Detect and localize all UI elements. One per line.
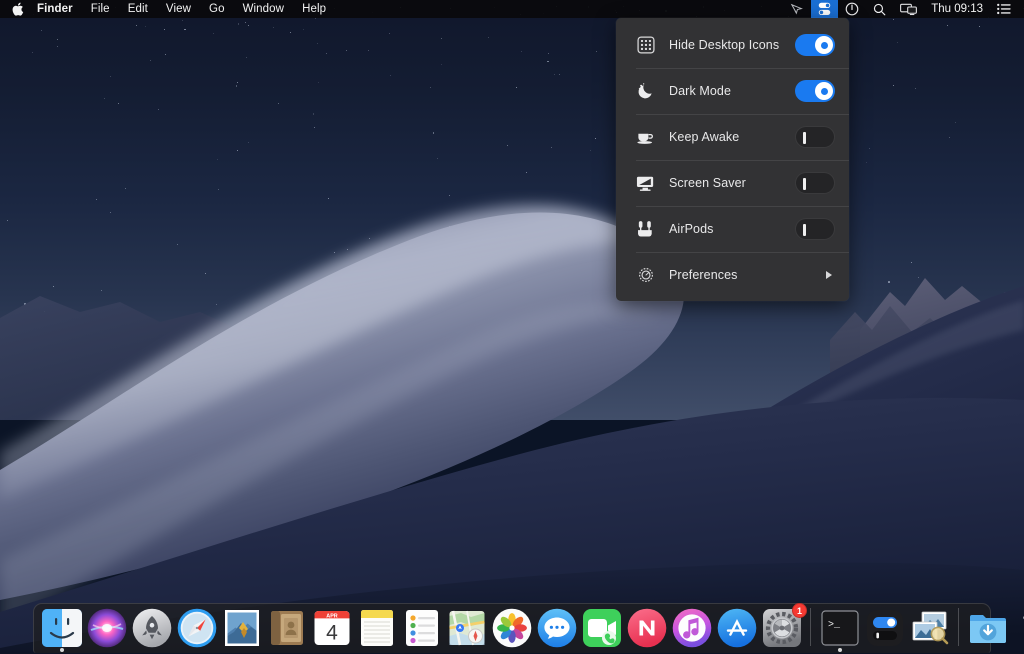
terminal-prompt-glyph: >_	[828, 620, 841, 631]
calendar-month-label: APR	[326, 614, 337, 620]
menu-label-dark-mode: Dark Mode	[669, 84, 795, 98]
dock-item-finder[interactable]	[39, 605, 84, 650]
menu-row-screen-saver[interactable]: Screen Saver	[616, 160, 849, 206]
chevron-right-icon	[826, 271, 832, 279]
menu-bar-clock[interactable]: Thu 09:13	[924, 0, 990, 18]
dock-item-downloads-folder[interactable]	[965, 605, 1010, 650]
dock-item-siri[interactable]	[84, 605, 129, 650]
dock-item-launchpad[interactable]	[129, 605, 174, 650]
desktop-wallpaper	[0, 0, 1024, 654]
screen-sharing-icon[interactable]	[893, 0, 924, 18]
dock-item-calendar[interactable]: APR 4	[309, 605, 354, 650]
menu-row-keep-awake[interactable]: Keep Awake	[616, 114, 849, 160]
airpods-icon	[636, 220, 655, 239]
power-icon[interactable]	[838, 0, 866, 18]
menu-item-edit[interactable]: Edit	[119, 0, 157, 18]
dock-item-facetime[interactable]	[579, 605, 624, 650]
menu-label-preferences: Preferences	[669, 268, 826, 282]
dock-item-trash[interactable]	[1010, 605, 1024, 650]
toggle-airpods[interactable]	[795, 218, 835, 240]
dock-item-photos[interactable]	[489, 605, 534, 650]
apple-logo-icon[interactable]	[0, 0, 35, 18]
menu-item-finder[interactable]: Finder	[35, 0, 82, 18]
toggle-screen-saver[interactable]	[795, 172, 835, 194]
dock-item-notes[interactable]	[354, 605, 399, 650]
menu-bar-app-menus: Finder File Edit View Go Window Help	[0, 0, 335, 18]
toggle-keep-awake[interactable]	[795, 126, 835, 148]
dock-item-reminders[interactable]	[399, 605, 444, 650]
menu-label-keep-awake: Keep Awake	[669, 130, 795, 144]
grid-icon	[636, 36, 655, 55]
menu-label-hide-desktop-icons: Hide Desktop Icons	[669, 38, 795, 52]
dock-separator	[810, 608, 811, 646]
menu-bar-status-items: Thu 09:13	[783, 0, 1018, 18]
menu-row-airpods[interactable]: AirPods	[616, 206, 849, 252]
dock-separator	[958, 608, 959, 646]
toggles-dropdown-panel: Hide Desktop Icons Dark Mode Keep Awake	[616, 18, 849, 301]
notification-center-icon[interactable]	[990, 0, 1018, 18]
menu-item-help[interactable]: Help	[293, 0, 335, 18]
menu-row-dark-mode[interactable]: Dark Mode	[616, 68, 849, 114]
calendar-day-label: 4	[326, 622, 338, 645]
dock-item-terminal[interactable]: >_	[817, 605, 862, 650]
dock-item-messages[interactable]	[534, 605, 579, 650]
dock-item-mail[interactable]	[219, 605, 264, 650]
coffee-cup-icon	[636, 128, 655, 147]
dock-item-maps[interactable]	[444, 605, 489, 650]
display-icon	[636, 174, 655, 193]
dock-item-toggles-app[interactable]	[862, 605, 907, 650]
wallpaper-dunes	[0, 0, 1024, 654]
dock-item-itunes[interactable]	[669, 605, 714, 650]
spotlight-search-icon[interactable]	[866, 0, 893, 18]
dock-item-app-store[interactable]	[714, 605, 759, 650]
menu-item-file[interactable]: File	[82, 0, 119, 18]
dock-item-preview[interactable]	[907, 605, 952, 650]
running-indicator-dot	[838, 648, 842, 652]
dropbox-icon[interactable]	[783, 0, 811, 18]
menu-label-screen-saver: Screen Saver	[669, 176, 795, 190]
moon-icon	[636, 82, 655, 101]
running-indicator-dot	[60, 648, 64, 652]
toggle-dark-mode[interactable]	[795, 80, 835, 102]
toggles-app-icon[interactable]	[811, 0, 838, 18]
menu-label-airpods: AirPods	[669, 222, 795, 236]
dock-item-system-preferences[interactable]: 1	[759, 605, 804, 650]
dock-item-contacts[interactable]	[264, 605, 309, 650]
menu-row-hide-desktop-icons[interactable]: Hide Desktop Icons	[616, 22, 849, 68]
gear-icon	[636, 266, 655, 285]
dock-badge-system-preferences: 1	[792, 603, 807, 618]
dock-item-news[interactable]	[624, 605, 669, 650]
menu-bar: Finder File Edit View Go Window Help	[0, 0, 1024, 18]
dock: APR 4	[33, 603, 991, 653]
toggle-hide-desktop-icons[interactable]	[795, 34, 835, 56]
menu-item-view[interactable]: View	[157, 0, 200, 18]
dock-item-safari[interactable]	[174, 605, 219, 650]
menu-item-go[interactable]: Go	[200, 0, 234, 18]
menu-row-preferences[interactable]: Preferences	[616, 252, 849, 298]
menu-item-window[interactable]: Window	[234, 0, 294, 18]
